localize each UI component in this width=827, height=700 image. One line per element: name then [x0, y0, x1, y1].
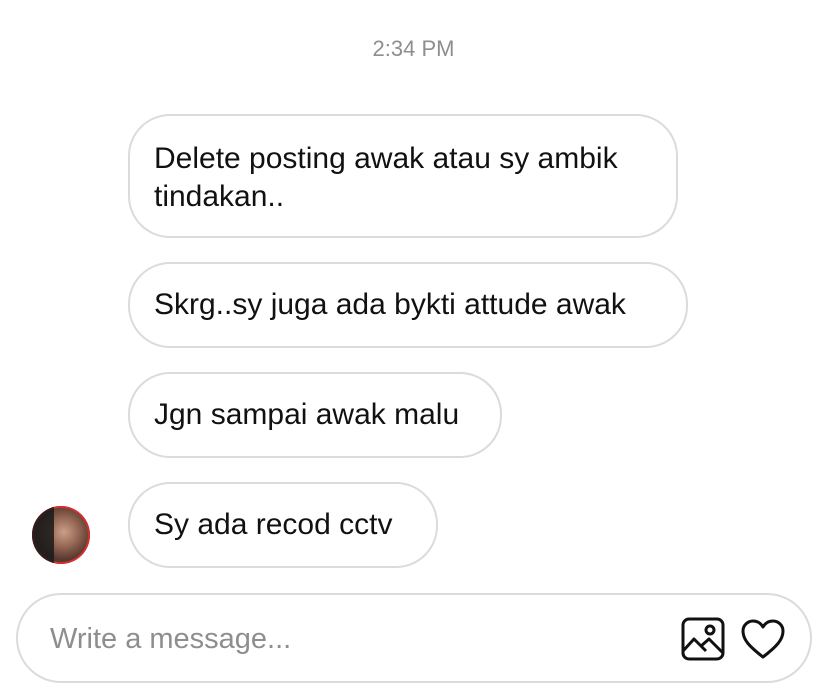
message-timestamp: 2:34 PM — [372, 36, 455, 61]
message-text: Sy ada recod cctv — [154, 508, 393, 541]
heart-icon — [741, 619, 785, 659]
message-text: Delete posting awak atau sy ambik tindak… — [154, 142, 618, 213]
image-gallery-icon — [681, 617, 725, 661]
message-input[interactable] — [50, 619, 650, 659]
message-bubble[interactable]: Skrg..sy juga ada bykti attude awak — [128, 262, 688, 348]
sender-avatar[interactable] — [32, 506, 90, 564]
message-bubble[interactable]: Delete posting awak atau sy ambik tindak… — [128, 114, 678, 238]
chat-screen: 2:34 PM Delete posting awak atau sy ambi… — [0, 0, 827, 700]
gallery-button[interactable] — [680, 616, 726, 662]
message-text: Skrg..sy juga ada bykti attude awak — [154, 288, 626, 321]
message-text: Jgn sampai awak malu — [154, 398, 460, 431]
message-composer — [16, 593, 812, 683]
like-button[interactable] — [740, 616, 786, 662]
message-bubble[interactable]: Jgn sampai awak malu — [128, 372, 502, 458]
message-bubble[interactable]: Sy ada recod cctv — [128, 482, 438, 568]
